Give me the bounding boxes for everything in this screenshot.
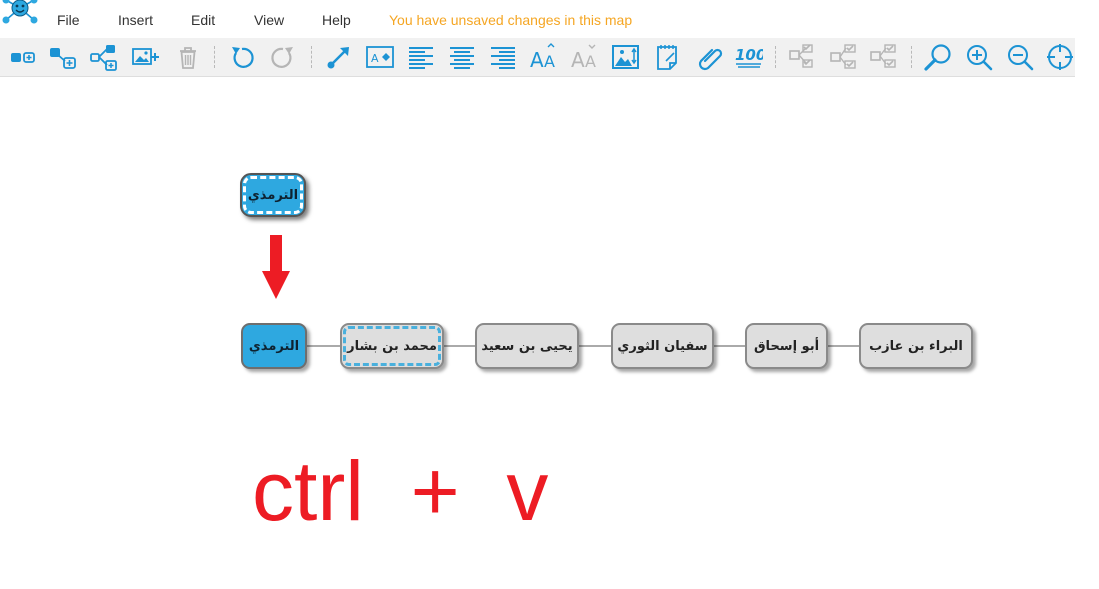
toolbar-separator	[911, 46, 912, 68]
menu-view[interactable]: View	[254, 12, 284, 28]
app-logo-icon	[2, 0, 38, 26]
zoom-fit-icon[interactable]	[924, 43, 952, 71]
undo-icon[interactable]	[228, 43, 256, 71]
topic-node-muhammad-ibn-bashar[interactable]: محمد بن بشار	[340, 323, 444, 369]
delete-icon[interactable]	[174, 43, 202, 71]
svg-text:A: A	[544, 52, 555, 71]
svg-text:A: A	[585, 52, 596, 71]
map-canvas[interactable]: الترمذي الترمذي محمد بن بشار يحيى بن سعي…	[0, 77, 1099, 589]
center-icon[interactable]	[1046, 43, 1074, 71]
add-topic-icon[interactable]	[9, 43, 37, 71]
menu-file[interactable]: File	[57, 12, 80, 28]
zoom-in-icon[interactable]	[965, 43, 993, 71]
link-icon[interactable]	[695, 43, 723, 71]
svg-text:A: A	[371, 52, 379, 65]
topic-style-icon[interactable]: A	[366, 43, 394, 71]
pasted-topic-node[interactable]: الترمذي	[240, 173, 306, 217]
connector-color-icon[interactable]	[325, 43, 353, 71]
redo-icon[interactable]	[269, 43, 297, 71]
keyboard-shortcut-caption: ctrl + v	[252, 444, 549, 538]
align-left-icon[interactable]	[407, 43, 435, 71]
toolbar-separator	[311, 46, 312, 68]
toolbar-separator	[214, 46, 215, 68]
font-size-small-icon[interactable]: AA	[571, 43, 599, 71]
menu-help[interactable]: Help	[322, 12, 351, 28]
toolbar: A AA AA 100	[0, 38, 1075, 77]
menu-bar: File Insert Edit View Help You have unsa…	[0, 0, 1075, 38]
topic-node-tirmidhi[interactable]: الترمذي	[241, 323, 307, 369]
topic-node-sufyan-al-thawri[interactable]: سفيان الثوري	[611, 323, 714, 369]
add-image-icon[interactable]	[132, 43, 160, 71]
menu-insert[interactable]: Insert	[118, 12, 153, 28]
align-center-icon[interactable]	[448, 43, 476, 71]
svg-text:100: 100	[735, 46, 763, 64]
add-relationship-icon[interactable]	[90, 43, 118, 71]
topic-node-abu-ishaq[interactable]: أبو إسحاق	[745, 323, 828, 369]
zoom-out-icon[interactable]	[1006, 43, 1034, 71]
layout-icon-3[interactable]	[870, 43, 898, 71]
topic-node-al-bara-ibn-azib[interactable]: البراء بن عازب	[859, 323, 973, 369]
topic-image-icon[interactable]	[612, 43, 640, 71]
svg-text:A: A	[571, 48, 585, 71]
unsaved-changes-notice: You have unsaved changes in this map	[389, 12, 633, 28]
note-icon[interactable]	[654, 43, 682, 71]
svg-text:A: A	[530, 48, 544, 71]
add-subtopic-icon[interactable]	[49, 43, 77, 71]
toolbar-separator	[775, 46, 776, 68]
align-right-icon[interactable]	[489, 43, 517, 71]
layout-icon-1[interactable]	[789, 43, 817, 71]
menu-edit[interactable]: Edit	[191, 12, 215, 28]
layout-icon-2[interactable]	[830, 43, 858, 71]
topic-node-yahya-ibn-said[interactable]: يحيى بن سعيد	[475, 323, 579, 369]
red-down-arrow-icon	[262, 235, 290, 299]
font-size-icon[interactable]: AA	[530, 43, 558, 71]
score-icon[interactable]: 100	[735, 43, 763, 71]
